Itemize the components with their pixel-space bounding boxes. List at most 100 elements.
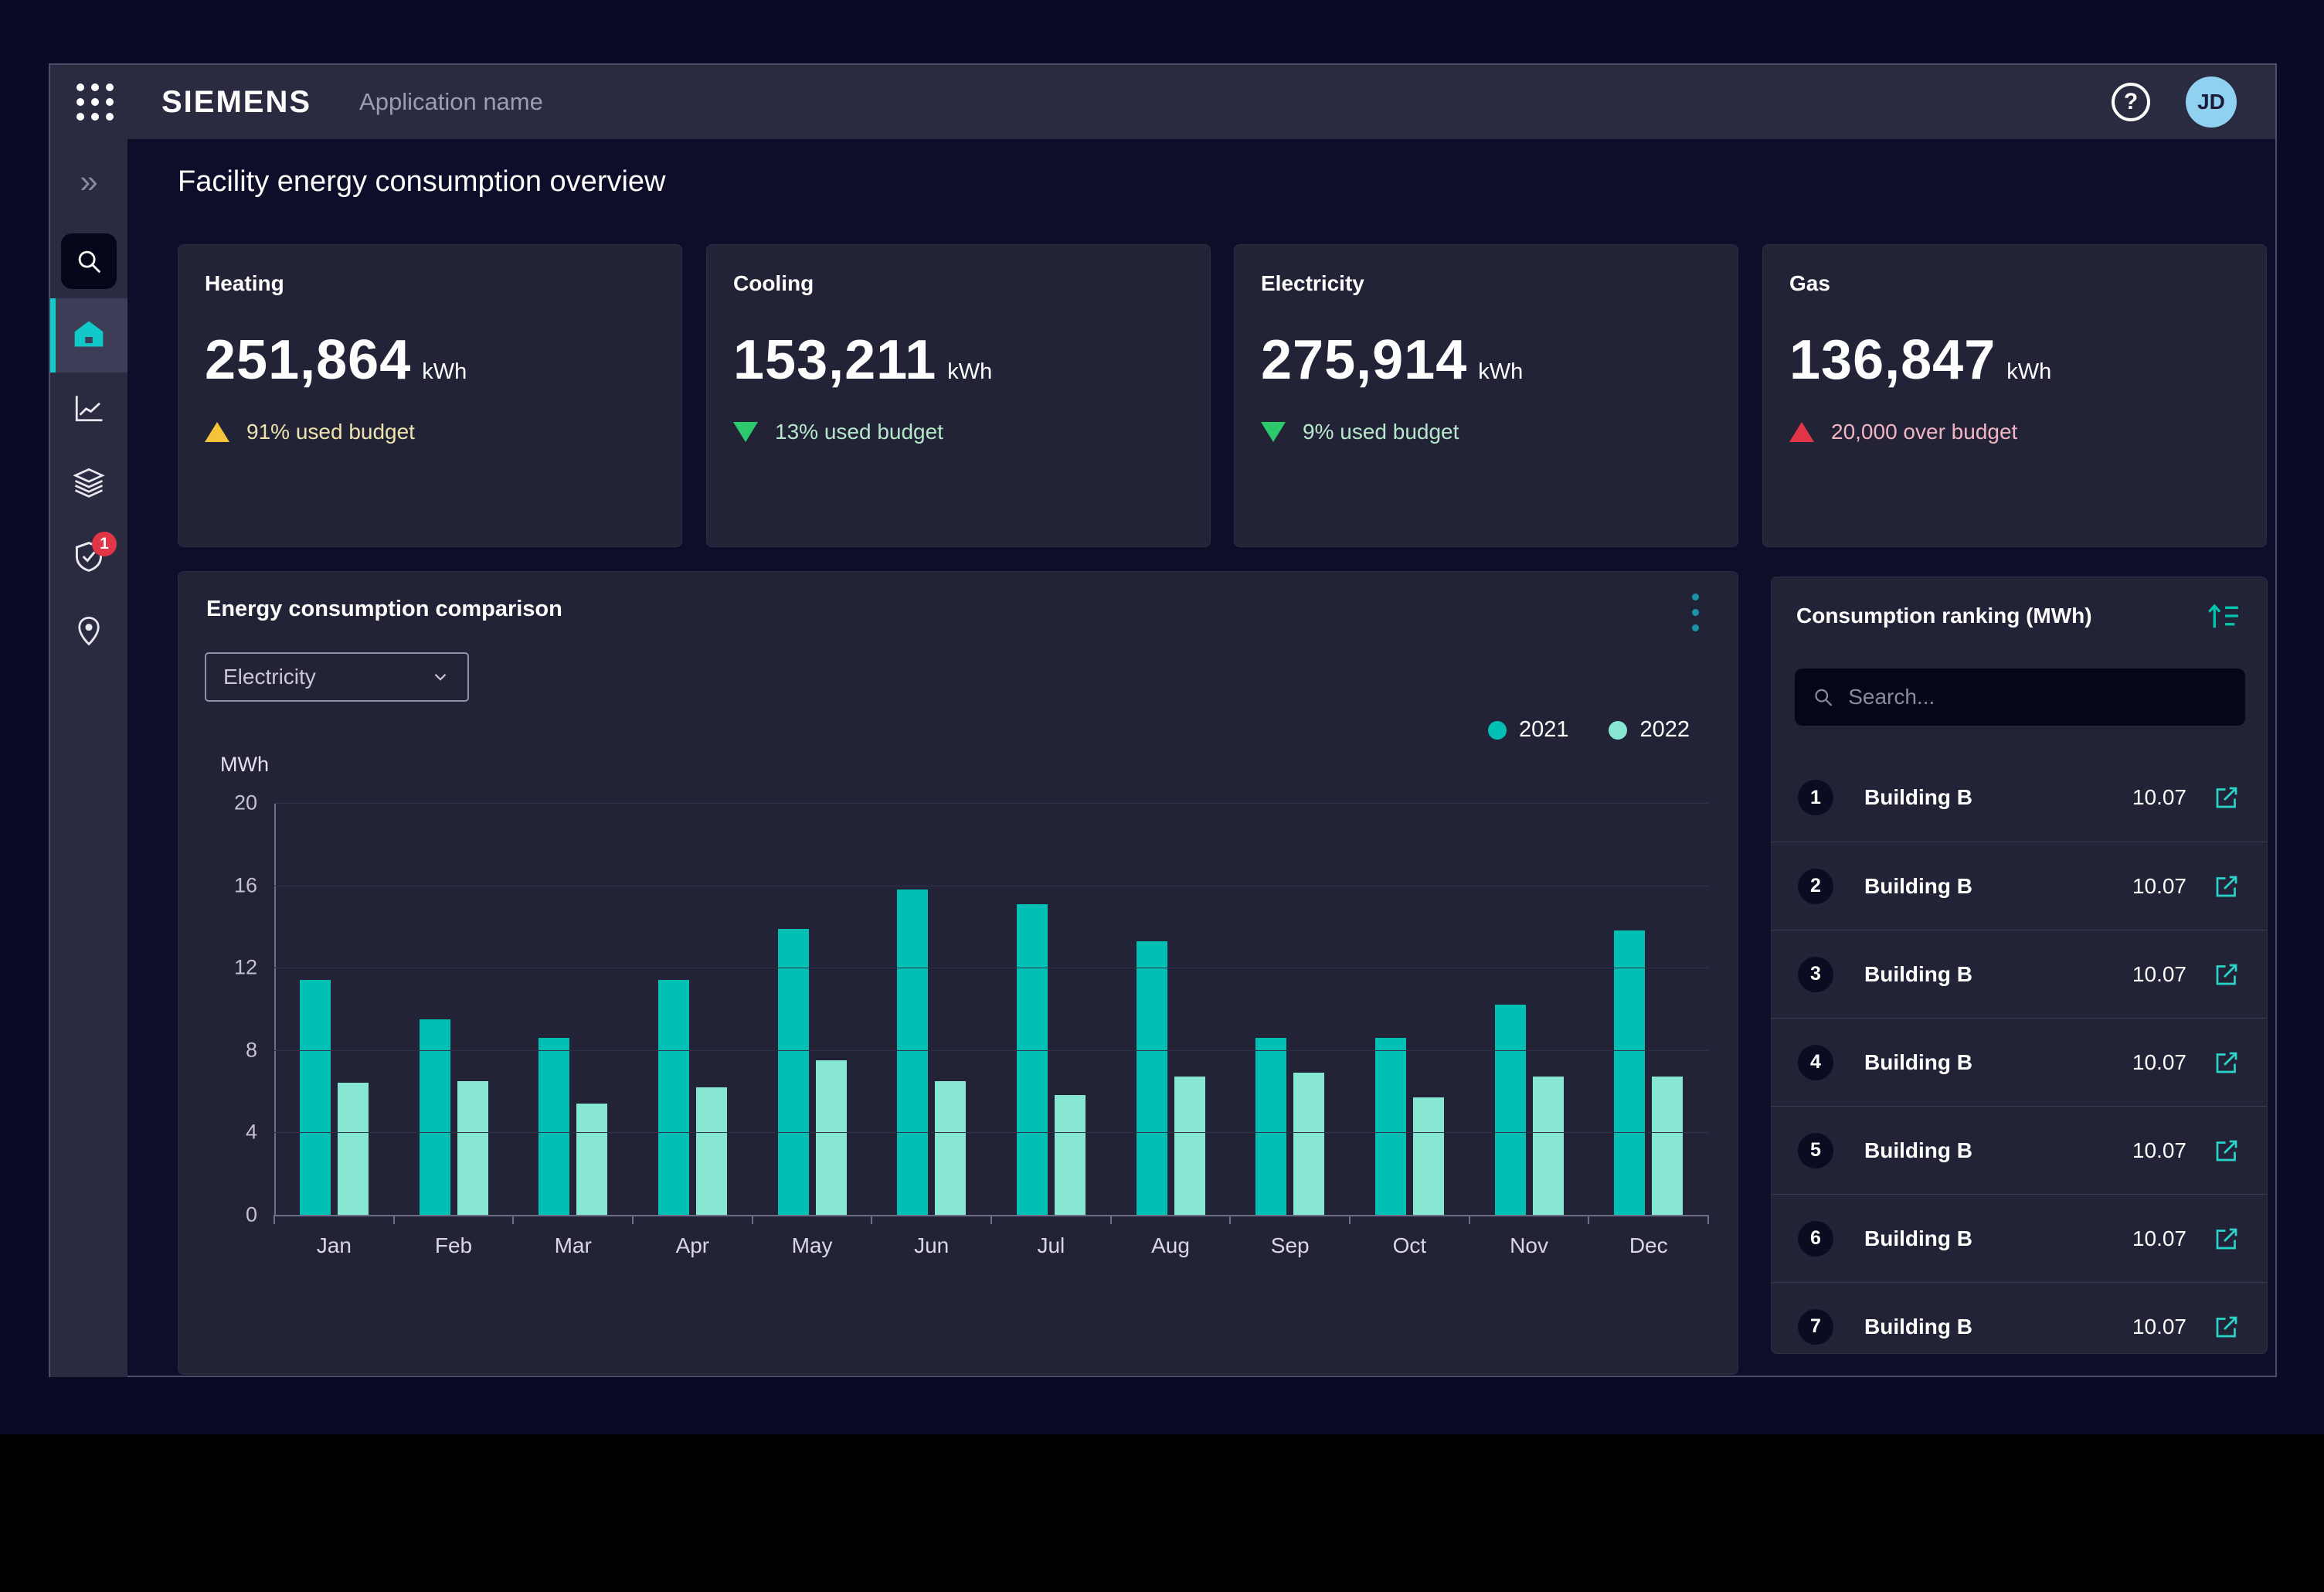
ranking-search-box bbox=[1795, 668, 2245, 726]
kpi-status-text: 20,000 over budget bbox=[1831, 420, 2017, 444]
ranking-row-1[interactable]: 1 Building B 10.07 bbox=[1772, 753, 2267, 842]
app-window: SIEMENS Application name ? JD » bbox=[49, 63, 2277, 1377]
building-name: Building B bbox=[1864, 1050, 2132, 1075]
line-chart-icon bbox=[73, 392, 105, 428]
kpi-label: Heating bbox=[205, 271, 655, 296]
bar-group-may bbox=[753, 803, 872, 1215]
consumption-value: 10.07 bbox=[2132, 1050, 2186, 1075]
location-pin-icon bbox=[73, 614, 105, 651]
x-axis-label-jan: Jan bbox=[274, 1233, 394, 1258]
bar-group-nov bbox=[1469, 803, 1589, 1215]
avatar[interactable]: JD bbox=[2186, 77, 2237, 128]
chevron-down-icon bbox=[430, 667, 450, 687]
double-chevron-right-icon: » bbox=[80, 165, 97, 198]
building-name: Building B bbox=[1864, 1138, 2132, 1163]
ranking-list: 1 Building B 10.07 2 Building B 10.07 3 … bbox=[1772, 753, 2267, 1354]
trend-triangle-icon bbox=[1261, 422, 1286, 442]
dropdown-selected-value: Electricity bbox=[223, 665, 316, 689]
y-tick-label-20: 20 bbox=[234, 791, 257, 815]
bar-group-jul bbox=[991, 803, 1111, 1215]
ranking-row-2[interactable]: 2 Building B 10.07 bbox=[1772, 842, 2267, 930]
home-icon bbox=[72, 317, 106, 355]
kpi-status-text: 13% used budget bbox=[775, 420, 943, 444]
consumption-ranking-card: Consumption ranking (MWh) 1 Building B 1… bbox=[1771, 577, 2268, 1354]
kpi-unit: kWh bbox=[422, 359, 467, 385]
bar-2021-nov bbox=[1495, 1005, 1526, 1215]
kpi-unit: kWh bbox=[1478, 359, 1523, 385]
consumption-value: 10.07 bbox=[2132, 874, 2186, 899]
ranking-row-4[interactable]: 4 Building B 10.07 bbox=[1772, 1018, 2267, 1106]
external-link-icon[interactable] bbox=[2213, 1049, 2241, 1077]
bar-group-jan bbox=[274, 803, 394, 1215]
gridline-20 bbox=[274, 803, 1708, 804]
consumption-value: 10.07 bbox=[2132, 785, 2186, 810]
y-tick-label-8: 8 bbox=[246, 1038, 257, 1062]
ranking-row-6[interactable]: 6 Building B 10.07 bbox=[1772, 1194, 2267, 1282]
active-indicator bbox=[50, 298, 56, 372]
kpi-value: 275,914 bbox=[1261, 328, 1467, 392]
sidebar-item-home[interactable] bbox=[50, 298, 127, 372]
bar-2022-dec bbox=[1652, 1077, 1683, 1215]
sidebar-expand-button[interactable]: » bbox=[50, 139, 127, 224]
bar-2022-mar bbox=[576, 1104, 607, 1215]
x-axis-label-apr: Apr bbox=[633, 1233, 753, 1258]
bar-2021-sep bbox=[1255, 1038, 1286, 1215]
search-icon bbox=[1812, 685, 1834, 709]
energy-type-dropdown[interactable]: Electricity bbox=[205, 652, 469, 702]
kpi-status-text: 9% used budget bbox=[1303, 420, 1459, 444]
consumption-value: 10.07 bbox=[2132, 1315, 2186, 1339]
external-link-icon[interactable] bbox=[2213, 1225, 2241, 1253]
consumption-value: 10.07 bbox=[2132, 962, 2186, 987]
x-axis-label-dec: Dec bbox=[1588, 1233, 1708, 1258]
bar-2021-feb bbox=[420, 1019, 450, 1215]
x-axis-label-jul: Jul bbox=[991, 1233, 1111, 1258]
legend-label-2022: 2022 bbox=[1639, 717, 1690, 743]
y-tick-label-12: 12 bbox=[234, 956, 257, 980]
x-axis-tick bbox=[632, 1215, 634, 1224]
sidebar-item-compliance[interactable]: 1 bbox=[50, 521, 127, 595]
ranking-title: Consumption ranking (MWh) bbox=[1796, 604, 2092, 628]
bars-row bbox=[274, 803, 1708, 1215]
x-axis-tick bbox=[752, 1215, 753, 1224]
bar-2021-mar bbox=[539, 1038, 569, 1215]
ranking-row-7[interactable]: 7 Building B 10.07 bbox=[1772, 1282, 2267, 1354]
x-axis-label-nov: Nov bbox=[1469, 1233, 1589, 1258]
sidebar-item-search[interactable] bbox=[50, 224, 127, 298]
x-axis-label-jun: Jun bbox=[872, 1233, 991, 1258]
x-axis-label-oct: Oct bbox=[1350, 1233, 1469, 1258]
x-axis-label-feb: Feb bbox=[394, 1233, 514, 1258]
rank-number-badge: 3 bbox=[1798, 957, 1833, 992]
kebab-menu-icon[interactable] bbox=[1687, 589, 1704, 636]
legend-dot-2022 bbox=[1609, 721, 1627, 740]
help-icon[interactable]: ? bbox=[2112, 83, 2150, 121]
sidebar-item-locations[interactable] bbox=[50, 595, 127, 669]
external-link-icon[interactable] bbox=[2213, 961, 2241, 988]
external-link-icon[interactable] bbox=[2213, 873, 2241, 900]
building-name: Building B bbox=[1864, 1226, 2132, 1251]
search-input[interactable] bbox=[1848, 685, 2228, 709]
bar-2021-jan bbox=[300, 980, 331, 1215]
bar-2022-jan bbox=[338, 1083, 369, 1215]
sidebar-item-layers[interactable] bbox=[50, 447, 127, 521]
sidebar-item-analytics[interactable] bbox=[50, 372, 127, 447]
ranking-row-5[interactable]: 5 Building B 10.07 bbox=[1772, 1106, 2267, 1194]
app-launcher-icon[interactable] bbox=[76, 83, 114, 121]
kpi-value: 136,847 bbox=[1789, 328, 1996, 392]
external-link-icon[interactable] bbox=[2213, 1313, 2241, 1341]
sort-ascending-icon[interactable] bbox=[2205, 600, 2241, 635]
kpi-label: Electricity bbox=[1261, 271, 1711, 296]
rank-number-badge: 7 bbox=[1798, 1309, 1833, 1345]
bar-2021-aug bbox=[1137, 941, 1167, 1215]
kpi-card-electricity: Electricity 275,914 kWh 9% used budget bbox=[1234, 244, 1738, 547]
building-name: Building B bbox=[1864, 785, 2132, 810]
bar-chart-plot: 201612840 bbox=[274, 803, 1708, 1215]
x-axis-tick bbox=[393, 1215, 395, 1224]
external-link-icon[interactable] bbox=[2213, 784, 2241, 811]
bar-2021-oct bbox=[1375, 1038, 1406, 1215]
gridline-8 bbox=[274, 1050, 1708, 1051]
external-link-icon[interactable] bbox=[2213, 1137, 2241, 1165]
ranking-row-3[interactable]: 3 Building B 10.07 bbox=[1772, 930, 2267, 1018]
x-axis-tick bbox=[512, 1215, 514, 1224]
x-axis-labels: JanFebMarAprMayJunJulAugSepOctNovDec bbox=[274, 1233, 1708, 1258]
legend-item-2021: 2021 bbox=[1488, 717, 1569, 743]
